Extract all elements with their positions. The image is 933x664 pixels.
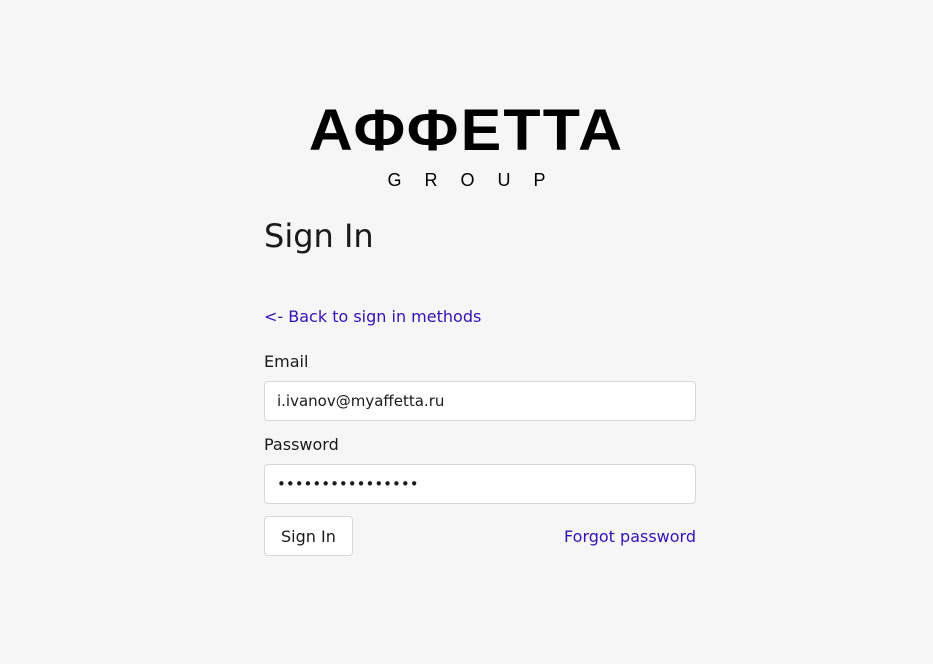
logo-wordmark: АФФЕТТА [308, 98, 625, 163]
email-label: Email [264, 352, 309, 371]
logo-subtitle: GROUP [387, 170, 569, 190]
company-logo: АФФЕТТА GROUP [0, 100, 933, 191]
sign-in-button[interactable]: Sign In [264, 516, 353, 556]
sign-in-form: Sign In <- Back to sign in methods Email… [264, 214, 696, 556]
password-label: Password [264, 435, 339, 454]
email-field[interactable] [264, 381, 696, 421]
back-to-sign-in-methods-link[interactable]: <- Back to sign in methods [264, 307, 481, 326]
password-field[interactable] [264, 464, 696, 504]
forgot-password-link[interactable]: Forgot password [564, 527, 696, 546]
sign-in-page: АФФЕТТА GROUP Sign In <- Back to sign in… [0, 0, 933, 664]
page-title: Sign In [264, 217, 374, 255]
form-actions: Sign In Forgot password [264, 516, 696, 556]
